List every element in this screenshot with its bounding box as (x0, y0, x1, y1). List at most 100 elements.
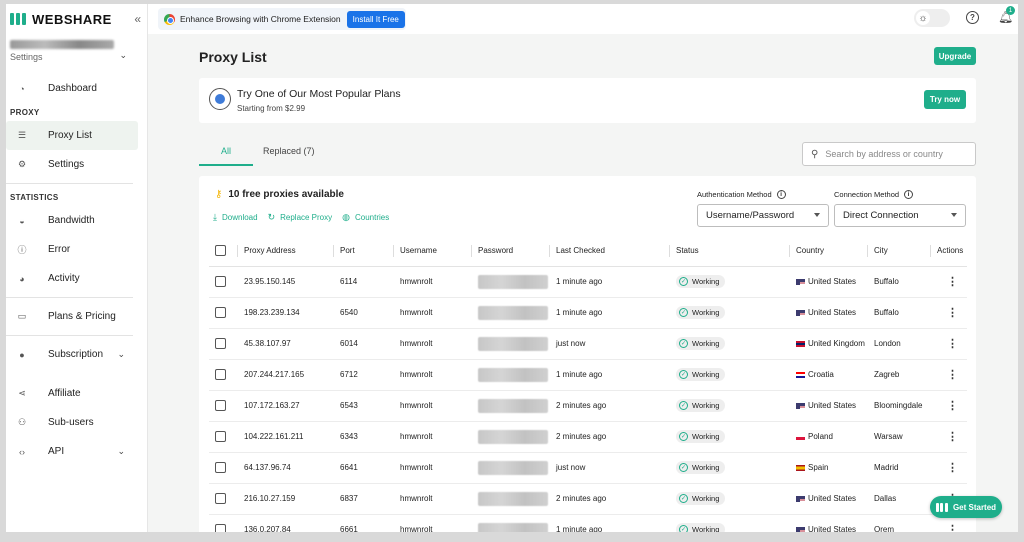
theme-toggle[interactable]: ☼ (914, 9, 950, 27)
help-icon[interactable]: ? (966, 11, 979, 24)
table-row: 104.222.161.211 6343 hmwnrolt 2 minutes ago… (209, 421, 967, 453)
auth-method-select[interactable]: Username/Password (697, 204, 829, 227)
check-circle-icon: ✓ (679, 432, 688, 441)
cell-address[interactable]: 107.172.163.27 (238, 390, 334, 422)
account-switcher[interactable]: Settings ⌄ (6, 40, 147, 74)
info-icon[interactable]: i (776, 190, 786, 199)
replace-proxy-button[interactable]: ↻ Replace Proxy (268, 212, 333, 223)
header-password[interactable]: Password (472, 236, 550, 267)
cell-address[interactable]: 198.23.239.134 (238, 297, 334, 329)
cell-city: Madrid (868, 452, 931, 484)
cell-address[interactable]: 23.95.150.145 (238, 266, 334, 298)
header-country[interactable]: Country (790, 236, 868, 267)
header-address[interactable]: Proxy Address (238, 236, 334, 267)
cell-address[interactable]: 216.10.27.159 (238, 483, 334, 515)
header-city[interactable]: City (868, 236, 931, 267)
get-started-button[interactable]: Get Started (930, 496, 1002, 518)
sidebar-item-affiliate[interactable]: ⋖ Affiliate (6, 379, 147, 408)
status-badge: ✓ Working (676, 523, 726, 532)
sidebar-item-error[interactable]: ⓘ Error (6, 235, 147, 264)
row-checkbox[interactable] (215, 338, 226, 349)
cell-address[interactable]: 64.137.96.74 (238, 452, 334, 484)
sidebar-item-settings[interactable]: ⚙ Settings (6, 150, 147, 179)
cell-address[interactable]: 136.0.207.84 (238, 514, 334, 532)
share-icon: ⋖ (18, 388, 26, 398)
header-last-checked[interactable]: Last Checked (550, 236, 670, 267)
cell-address[interactable]: 104.222.161.211 (238, 421, 334, 453)
tab-replaced[interactable]: Replaced (7) (263, 138, 315, 166)
row-checkbox[interactable] (215, 431, 226, 442)
table-row: 64.137.96.74 6641 hmwnrolt just now ✓ Working… (209, 452, 967, 484)
header-label: Actions (937, 246, 964, 256)
chevron-down-icon: ⌄ (119, 50, 127, 60)
connection-method-label: Connection Method i (834, 190, 966, 199)
row-select-cell (209, 390, 238, 422)
cell-last-checked: 1 minute ago (550, 514, 670, 532)
sidebar-item-label: Activity (48, 273, 80, 284)
row-checkbox[interactable] (215, 462, 226, 473)
select-all-checkbox[interactable] (215, 245, 226, 257)
header-status[interactable]: Status (670, 236, 790, 267)
info-icon[interactable]: i (904, 190, 914, 199)
install-extension-button[interactable]: Install It Free (346, 10, 405, 28)
sidebar-item-subscription[interactable]: ● Subscription ⌄ (6, 340, 147, 369)
sidebar: WEBSHARE « Settings ⌄ ◔ Dashboard PROXY … (6, 4, 148, 532)
try-now-button[interactable]: Try now (924, 90, 966, 109)
check-circle-icon: ✓ (679, 463, 688, 472)
row-checkbox[interactable] (215, 400, 226, 411)
more-vertical-icon[interactable]: ⋮ (937, 524, 958, 532)
cell-username: hmwnrolt (394, 359, 472, 391)
header-label: Country (796, 246, 825, 256)
country-label: United States (808, 525, 857, 532)
connection-method-select[interactable]: Direct Connection (834, 204, 966, 227)
sidebar-item-dashboard[interactable]: ◔ Dashboard (6, 74, 147, 103)
cell-actions: ⋮ (931, 452, 967, 484)
chevron-down-icon: ⌄ (117, 349, 125, 359)
cell-actions: ⋮ (931, 359, 967, 391)
sidebar-item-plans-pricing[interactable]: ▭ Plans & Pricing (6, 302, 147, 331)
upgrade-button[interactable]: Upgrade (934, 47, 976, 65)
sidebar-item-proxy-list[interactable]: ☰ Proxy List (6, 121, 138, 150)
cell-address[interactable]: 207.244.217.165 (238, 359, 334, 391)
more-vertical-icon[interactable]: ⋮ (937, 338, 958, 350)
bandwidth-icon: ◒ (19, 215, 25, 226)
header-label: City (874, 246, 888, 256)
sidebar-item-bandwidth[interactable]: ◒ Bandwidth (6, 206, 147, 235)
more-vertical-icon[interactable]: ⋮ (937, 276, 958, 288)
row-select-cell (209, 483, 238, 515)
flag-icon (796, 278, 805, 285)
row-checkbox[interactable] (215, 307, 226, 318)
sidebar-item-sub-users[interactable]: ⚇ Sub-users (6, 408, 147, 437)
tab-all[interactable]: All (199, 138, 253, 166)
cell-port: 6712 (334, 359, 394, 391)
row-checkbox[interactable] (215, 524, 226, 532)
more-vertical-icon[interactable]: ⋮ (937, 462, 958, 474)
countries-button[interactable]: ◍ Countries (342, 212, 389, 223)
cell-username: hmwnrolt (394, 483, 472, 515)
cell-username: hmwnrolt (394, 421, 472, 453)
cell-country: United Kingdom (790, 328, 868, 360)
collapse-sidebar-icon[interactable]: « (134, 12, 141, 26)
more-vertical-icon[interactable]: ⋮ (937, 431, 958, 443)
row-select-cell (209, 359, 238, 391)
cell-password (472, 266, 550, 298)
more-vertical-icon[interactable]: ⋮ (937, 400, 958, 412)
search-box: ⚲ (802, 142, 976, 166)
search-input[interactable] (825, 149, 966, 159)
more-vertical-icon[interactable]: ⋮ (937, 307, 958, 319)
status-badge: ✓ Working (676, 275, 726, 288)
header-port[interactable]: Port (334, 236, 394, 267)
sidebar-item-api[interactable]: ‹› API ⌄ (6, 437, 147, 466)
row-checkbox[interactable] (215, 493, 226, 504)
status-badge: ✓ Working (676, 492, 726, 505)
header-username[interactable]: Username (394, 236, 472, 267)
cell-port: 6540 (334, 297, 394, 329)
section-statistics: STATISTICS (10, 192, 59, 202)
download-button[interactable]: ⤓ Download (213, 212, 258, 223)
sidebar-item-activity[interactable]: ◕ Activity (6, 264, 147, 293)
divider (6, 297, 133, 298)
more-vertical-icon[interactable]: ⋮ (937, 369, 958, 381)
cell-address[interactable]: 45.38.107.97 (238, 328, 334, 360)
row-checkbox[interactable] (215, 369, 226, 380)
row-checkbox[interactable] (215, 276, 226, 287)
